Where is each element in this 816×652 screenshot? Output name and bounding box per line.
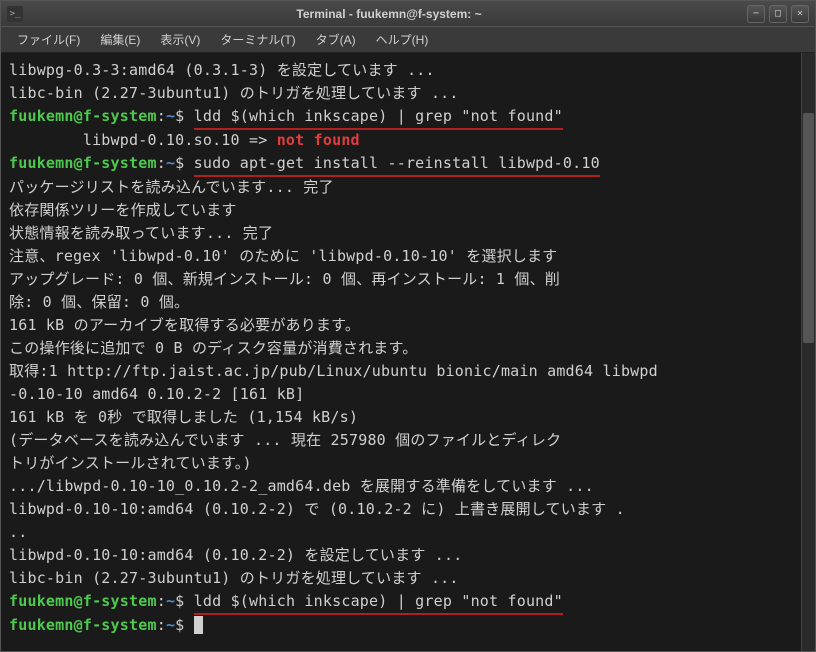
output-line: libwpd-0.10-10:amd64 (0.10.2-2) を設定しています…: [9, 546, 462, 564]
output-line: 状態情報を読み取っています... 完了: [9, 224, 273, 242]
menu-edit[interactable]: 編集(E): [90, 27, 150, 52]
output-line: libwpd-0.10-10:amd64 (0.10.2-2) で (0.10.…: [9, 500, 625, 518]
command-input: ldd $(which inkscape) | grep "not found": [194, 105, 563, 130]
output-line: (データベースを読み込んでいます ... 現在 257980 個のファイルとディ…: [9, 431, 561, 449]
prompt-user: fuukemn@f-system: [9, 154, 157, 172]
prompt-path: ~: [166, 154, 175, 172]
output-line: libc-bin (2.27-3ubuntu1) のトリガを処理しています ..…: [9, 84, 459, 102]
menu-help[interactable]: ヘルプ(H): [366, 27, 439, 52]
menubar: ファイル(F) 編集(E) 表示(V) ターミナル(T) タブ(A) ヘルプ(H…: [1, 27, 815, 53]
prompt-dollar: $: [175, 616, 184, 634]
prompt-user: fuukemn@f-system: [9, 107, 157, 125]
output-line: 除: 0 個、保留: 0 個。: [9, 293, 189, 311]
cursor: [194, 616, 203, 634]
menu-view[interactable]: 表示(V): [150, 27, 210, 52]
command-input: sudo apt-get install --reinstall libwpd-…: [194, 152, 600, 177]
prompt-sep: :: [157, 592, 166, 610]
output-line: 161 kB を 0秒 で取得しました (1,154 kB/s): [9, 408, 358, 426]
not-found-text: not found: [277, 131, 360, 149]
maximize-button[interactable]: □: [769, 5, 787, 23]
menu-terminal[interactable]: ターミナル(T): [210, 27, 305, 52]
menu-tabs[interactable]: タブ(A): [306, 27, 366, 52]
output-line: libwpd-0.10.so.10 =>: [9, 131, 277, 149]
output-line: 注意、regex 'libwpd-0.10' のために 'libwpd-0.10…: [9, 247, 557, 265]
output-line: -0.10-10 amd64 0.10.2-2 [161 kB]: [9, 385, 304, 403]
window-title: Terminal - fuukemn@f-system: ~: [31, 7, 747, 21]
prompt-sep: :: [157, 616, 166, 634]
output-line: libc-bin (2.27-3ubuntu1) のトリガを処理しています ..…: [9, 569, 459, 587]
output-line: 取得:1 http://ftp.jaist.ac.jp/pub/Linux/ub…: [9, 362, 658, 380]
terminal-icon: [7, 6, 23, 22]
prompt-sep: :: [157, 154, 166, 172]
minimize-button[interactable]: −: [747, 5, 765, 23]
output-line: .../libwpd-0.10-10_0.10.2-2_amd64.deb を展…: [9, 477, 594, 495]
command-input: ldd $(which inkscape) | grep "not found": [194, 590, 563, 615]
output-line: パッケージリストを読み込んでいます... 完了: [9, 178, 334, 196]
prompt-user: fuukemn@f-system: [9, 616, 157, 634]
output-line: この操作後に追加で 0 B のディスク容量が消費されます。: [9, 339, 417, 357]
menu-file[interactable]: ファイル(F): [7, 27, 90, 52]
prompt-dollar: $: [175, 107, 184, 125]
output-line: トリがインストールされています。): [9, 454, 252, 472]
close-button[interactable]: ×: [791, 5, 809, 23]
prompt-dollar: $: [175, 154, 184, 172]
output-line: アップグレード: 0 個、新規インストール: 0 個、再インストール: 1 個、…: [9, 270, 560, 288]
prompt-sep: :: [157, 107, 166, 125]
prompt-path: ~: [166, 592, 175, 610]
scroll-thumb[interactable]: [803, 113, 814, 343]
titlebar[interactable]: Terminal - fuukemn@f-system: ~ − □ ×: [1, 1, 815, 27]
output-line: libwpg-0.3-3:amd64 (0.3.1-3) を設定しています ..…: [9, 61, 435, 79]
output-line: ..: [9, 523, 27, 541]
prompt-user: fuukemn@f-system: [9, 592, 157, 610]
terminal-area: libwpg-0.3-3:amd64 (0.3.1-3) を設定しています ..…: [1, 53, 815, 651]
prompt-dollar: $: [175, 592, 184, 610]
output-line: 依存関係ツリーを作成しています: [9, 201, 237, 219]
terminal-window: Terminal - fuukemn@f-system: ~ − □ × ファイ…: [0, 0, 816, 652]
prompt-path: ~: [166, 616, 175, 634]
scrollbar[interactable]: [801, 53, 815, 651]
prompt-path: ~: [166, 107, 175, 125]
terminal-output[interactable]: libwpg-0.3-3:amd64 (0.3.1-3) を設定しています ..…: [1, 53, 801, 651]
output-line: 161 kB のアーカイブを取得する必要があります。: [9, 316, 360, 334]
